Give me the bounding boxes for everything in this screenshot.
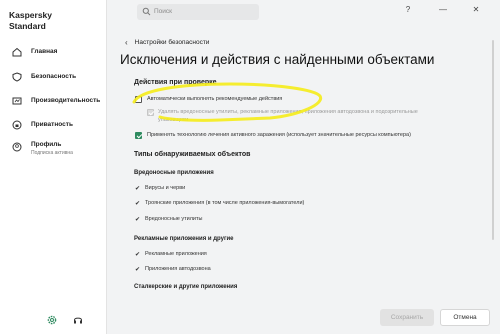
sidebar: Kaspersky Standard Главная Безопасность … — [0, 0, 107, 334]
check-icon: ✔ — [135, 201, 141, 207]
subscription-status: Подписка активна — [31, 150, 73, 156]
list-item: Троянские приложения (в том числе прилож… — [145, 200, 305, 206]
sidebar-item-label: Производительность — [31, 97, 101, 104]
minimize-button[interactable]: — — [437, 4, 449, 16]
brand-line-1: Kaspersky — [9, 10, 53, 20]
section-actions-title: Действия при проверке — [134, 79, 217, 86]
stalker-title: Сталкерские и другие приложения — [134, 284, 238, 290]
breadcrumb[interactable]: ‹ Настройки безопасности — [125, 38, 209, 47]
profile-icon — [12, 142, 22, 152]
auto-actions-label: Автоматически выполнять рекомендуемые де… — [147, 96, 283, 102]
sidebar-bottom — [0, 306, 107, 334]
save-button[interactable]: Сохранить — [380, 309, 434, 326]
sidebar-item-performance[interactable]: Производительность — [0, 94, 107, 110]
check-icon: ✔ — [135, 252, 141, 258]
brand-line-2: Standard — [9, 21, 46, 31]
check-icon: ✔ — [135, 217, 141, 223]
sidebar-item-label: Главная — [31, 48, 58, 55]
shield-icon — [12, 72, 22, 82]
sidebar-item-privacy[interactable]: Приватность — [0, 118, 107, 134]
scrollbar[interactable] — [492, 40, 494, 240]
top-bar: Поиск ? — ✕ — [107, 0, 500, 22]
active-infection-label: Применять технологию лечения активного з… — [147, 132, 411, 138]
sidebar-item-profile[interactable]: Профиль Подписка активна — [0, 138, 107, 160]
adware-title: Рекламные приложения и другие — [134, 236, 234, 242]
search-input[interactable]: Поиск — [137, 4, 259, 20]
app-brand: Kaspersky Standard — [9, 10, 52, 32]
close-button[interactable]: ✕ — [470, 4, 482, 16]
sidebar-item-home[interactable]: Главная — [0, 45, 107, 61]
active-infection-checkbox[interactable] — [135, 132, 142, 139]
breadcrumb-label: Настройки безопасности — [134, 39, 210, 46]
delete-riskware-checkbox[interactable] — [147, 109, 154, 116]
list-item: Рекламные приложения — [145, 251, 207, 257]
list-item: Вредоносные утилиты — [145, 216, 203, 222]
headset-icon[interactable] — [72, 314, 84, 326]
list-item: Вирусы и черви — [145, 185, 186, 191]
help-button[interactable]: ? — [402, 4, 414, 16]
home-icon — [12, 47, 22, 57]
search-icon — [142, 7, 151, 16]
delete-riskware-label: Удалять вредоносные утилиты, рекламные п… — [158, 109, 418, 115]
sidebar-item-security[interactable]: Безопасность — [0, 70, 107, 86]
sidebar-item-label: Приватность — [31, 121, 73, 128]
auto-actions-checkbox[interactable] — [135, 96, 142, 103]
main-content: ‹ Настройки безопасности Исключения и де… — [120, 22, 478, 334]
check-icon: ✔ — [135, 186, 141, 192]
check-icon: ✔ — [135, 267, 141, 273]
malware-title: Вредоносные приложения — [134, 170, 214, 176]
section-detect-title: Типы обнаруживаемых объектов — [134, 151, 251, 158]
page-title: Исключения и действия с найденными объек… — [120, 52, 435, 67]
search-placeholder: Поиск — [154, 8, 173, 15]
gear-icon[interactable] — [46, 314, 58, 326]
cancel-button[interactable]: Отмена — [440, 309, 490, 326]
delete-riskware-label-cont: упаковщики — [158, 117, 189, 123]
sidebar-item-label: Профиль — [31, 141, 62, 148]
chevron-left-icon: ‹ — [125, 38, 128, 47]
lock-icon — [12, 120, 22, 130]
performance-icon — [12, 97, 22, 105]
list-item: Приложения автодозвона — [145, 266, 211, 272]
sidebar-item-label: Безопасность — [31, 73, 77, 80]
